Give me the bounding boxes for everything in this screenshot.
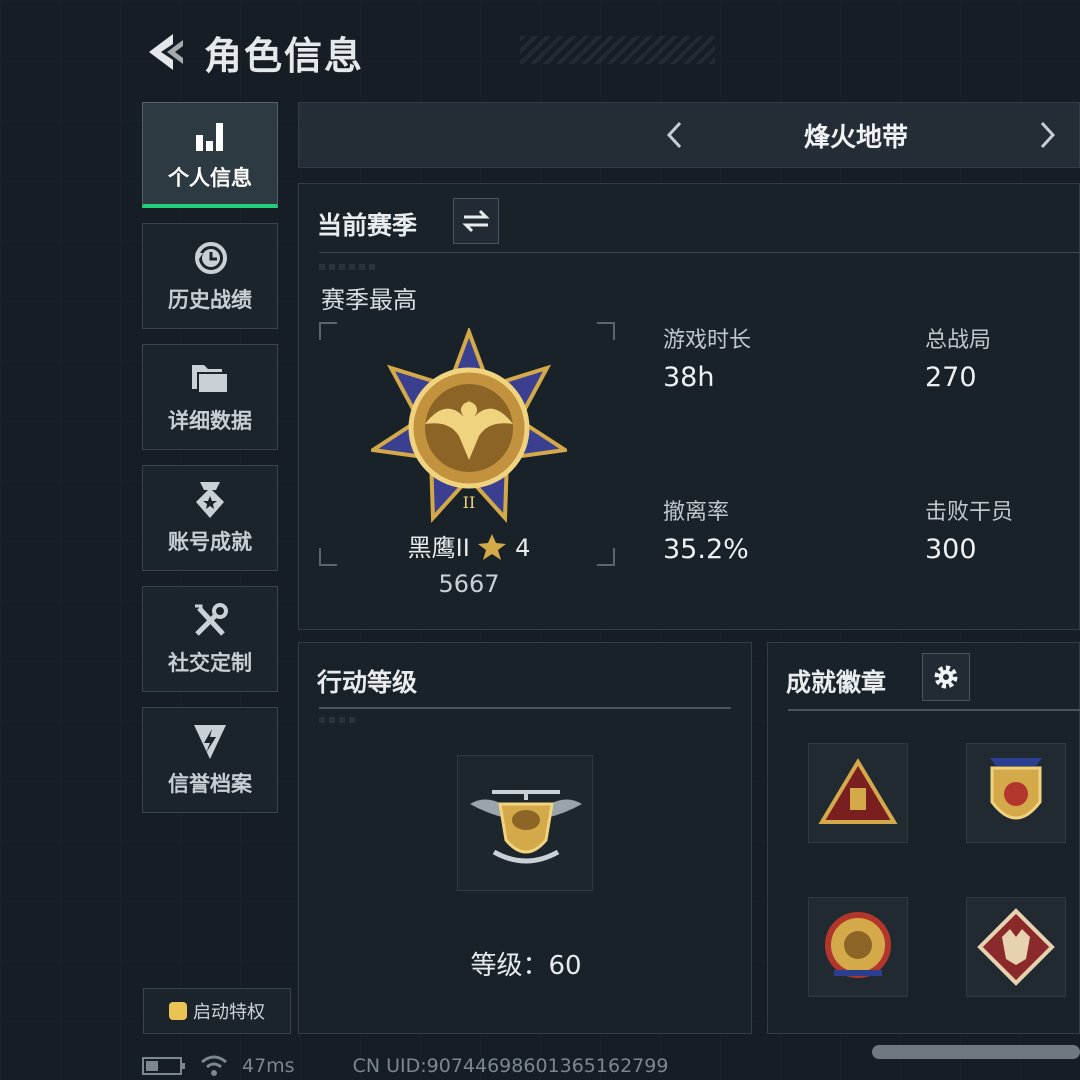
season-switch-button[interactable] (453, 198, 499, 244)
rank-points: 5667 (438, 570, 500, 598)
sidebar-item-label: 社交定制 (168, 651, 252, 675)
level-value: 60 (548, 951, 582, 981)
achievement-badge[interactable] (966, 743, 1066, 843)
shield-bolt-icon (194, 725, 226, 759)
sidebar-item-label: 详细数据 (168, 409, 252, 433)
achievement-settings-button[interactable] (922, 653, 970, 701)
stat-value-total-matches: 270 (925, 362, 977, 393)
action-level-panel: 行动等级 等级：60 (298, 642, 752, 1034)
privilege-label: 启动特权 (193, 1002, 265, 1023)
level-line: 等级：60 (299, 945, 753, 982)
privilege-icon (169, 1002, 187, 1020)
chevron-right-icon (1040, 121, 1056, 149)
divider (788, 709, 1080, 711)
mode-selector: 烽火地带 (298, 102, 1080, 168)
mode-next-button[interactable] (1033, 117, 1063, 153)
star-icon (478, 534, 507, 560)
divider (319, 707, 731, 709)
level-emblem-frame (457, 755, 593, 891)
tools-icon (195, 603, 228, 636)
stat-value-kills: 300 (925, 534, 977, 565)
back-button[interactable] (140, 27, 190, 77)
scrollbar[interactable] (872, 1045, 1080, 1059)
stat-label-extract-rate: 撤离率 (663, 500, 730, 525)
mode-prev-button[interactable] (659, 117, 689, 153)
divider (319, 252, 1080, 253)
sidebar-item-label: 信誉档案 (168, 772, 252, 796)
sidebar: 个人信息 历史战绩 详细数据 账号成就 社交定制 信誉档案 (142, 102, 280, 828)
launch-privilege-button[interactable]: 启动特权 (143, 988, 291, 1034)
frame-corner (319, 548, 337, 566)
rank-emblem-icon: II (371, 328, 567, 524)
sidebar-item-personal-info[interactable]: 个人信息 (142, 102, 278, 208)
wifi-icon (201, 1055, 227, 1076)
season-panel: 当前赛季 赛季最高 II 黑鹰II 4 5667 游戏时长 38h 总战局 27… (298, 183, 1080, 630)
stat-value-extract-rate: 35.2% (663, 534, 749, 565)
page-title: 角色信息 (204, 33, 365, 78)
status-bar: 47ms CN UID:90744698601365162799 (142, 1052, 668, 1080)
stat-label-playtime: 游戏时长 (663, 328, 752, 353)
frame-corner (319, 322, 337, 340)
gear-icon (934, 665, 958, 689)
title-decoration (520, 36, 715, 64)
swap-icon (462, 209, 490, 233)
battery-icon (142, 1057, 185, 1075)
achievement-badge[interactable] (808, 743, 908, 843)
player-uid: CN UID:90744698601365162799 (352, 1055, 669, 1077)
level-label: 等级： (470, 951, 549, 981)
achievement-badge[interactable] (966, 897, 1066, 997)
achievement-badge[interactable] (808, 897, 908, 997)
sidebar-item-label: 个人信息 (168, 165, 252, 190)
decoration (319, 264, 379, 270)
crest-badge-icon (825, 912, 891, 978)
wolf-badge-icon (977, 908, 1055, 986)
helicopter-emblem-icon (470, 790, 582, 864)
achievement-title: 成就徽章 (786, 668, 887, 697)
season-title: 当前赛季 (317, 211, 418, 240)
action-level-title: 行动等级 (317, 668, 418, 697)
stat-label-kills: 击败干员 (925, 500, 1014, 525)
sidebar-item-detailed-data[interactable]: 详细数据 (142, 344, 278, 450)
frame-corner (597, 548, 615, 566)
header: 角色信息 (140, 24, 715, 80)
sidebar-item-label: 账号成就 (168, 530, 252, 554)
chevron-left-icon (666, 121, 682, 149)
sidebar-item-history[interactable]: 历史战绩 (142, 223, 278, 329)
sidebar-item-label: 历史战绩 (168, 288, 252, 312)
mode-title: 烽火地带 (804, 123, 909, 153)
triangle-badge-icon (818, 758, 898, 824)
season-subtitle: 赛季最高 (321, 286, 417, 314)
svg-text:II: II (463, 493, 476, 512)
sidebar-item-achievements[interactable]: 账号成就 (142, 465, 278, 571)
frame-corner (597, 322, 615, 340)
stat-value-playtime: 38h (663, 362, 715, 393)
rank-name: 黑鹰II (407, 534, 470, 562)
stat-label-total-matches: 总战局 (925, 328, 992, 353)
folder-icon (192, 365, 229, 394)
ping-value: 47ms (242, 1055, 295, 1077)
achievement-panel: 成就徽章 (767, 642, 1080, 1034)
sidebar-item-credit[interactable]: 信誉档案 (142, 707, 278, 813)
back-arrow-icon (149, 34, 183, 70)
medal-icon (196, 482, 224, 518)
decoration (319, 717, 359, 723)
history-clock-icon (195, 242, 227, 274)
rank-stars: 4 (515, 534, 531, 562)
bar-chart-icon (196, 122, 223, 151)
rank-line: 黑鹰II 4 (389, 528, 549, 563)
sidebar-item-social[interactable]: 社交定制 (142, 586, 278, 692)
shield-star-badge-icon (990, 758, 1042, 820)
